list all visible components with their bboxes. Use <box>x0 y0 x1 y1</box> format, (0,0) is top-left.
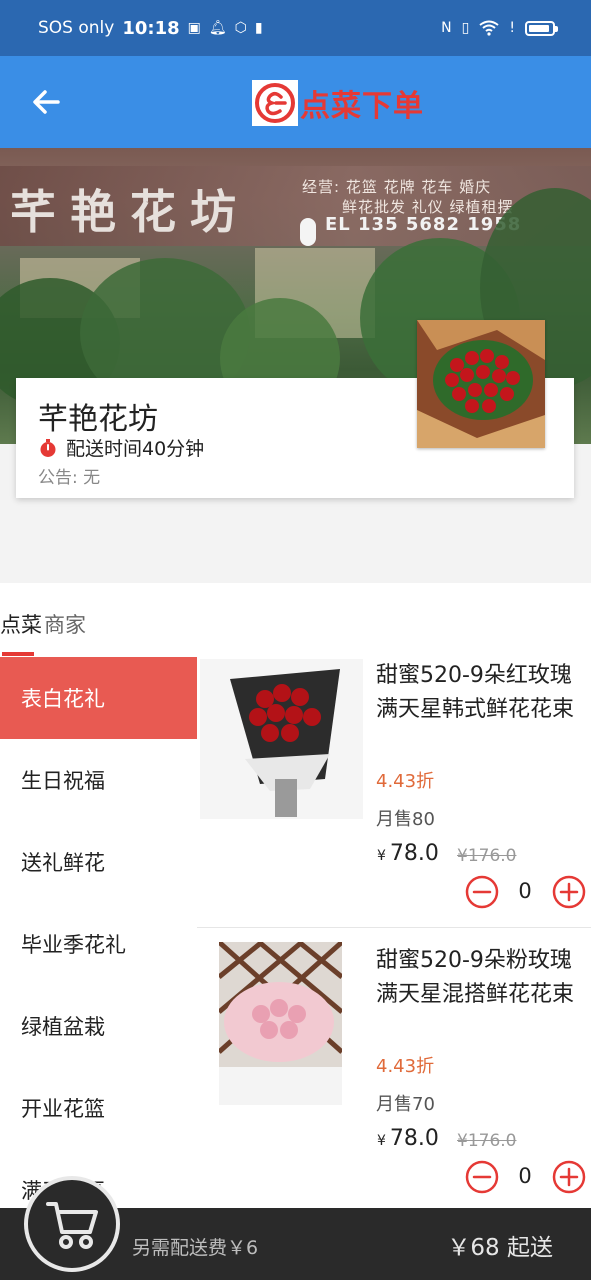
delivery-fee-text: 另需配送费￥6 <box>132 1237 259 1259</box>
status-right: N ▯ ! <box>441 20 558 36</box>
plus-circle-icon[interactable] <box>552 875 586 909</box>
product-item[interactable]: 甜蜜520-9朵粉玫瑰满天星混搭鲜花花束 4.43折 月售70 ¥78.0 ¥1… <box>197 942 591 1208</box>
category-item[interactable]: 表白花礼 <box>0 657 197 739</box>
page-title: 点菜下单 <box>300 89 424 124</box>
product-price: ¥78.0 <box>377 1126 439 1151</box>
product-original-price: ¥176.0 <box>457 846 517 866</box>
tab-order[interactable]: 点菜 <box>0 609 42 639</box>
hanging-lamp <box>300 218 316 246</box>
category-item[interactable]: 开业花篮 <box>0 1067 197 1149</box>
vibrate-icon: ▯ <box>461 20 470 36</box>
sign-shop-name: 芊艳花坊 <box>10 185 250 239</box>
product-list: 甜蜜520-9朵红玫瑰满天星韩式鲜花花束 4.43折 月售80 ¥78.0 ¥1… <box>197 657 591 1208</box>
product-name: 甜蜜520-9朵红玫瑰满天星韩式鲜花花束 <box>376 663 575 722</box>
carrier-text: SOS only <box>38 18 115 38</box>
price-value: 78.0 <box>389 841 439 866</box>
currency-symbol: ¥ <box>377 1133 386 1149</box>
product-monthly-sales: 月售70 <box>376 1094 435 1115</box>
clock: 10:18 <box>122 17 180 39</box>
signal-alert-icon: ! <box>509 20 515 36</box>
shop-notice: 公告: 无 <box>38 468 101 488</box>
page-title-group: 点菜下单 <box>252 78 424 128</box>
currency-symbol: ¥ <box>377 848 386 864</box>
tab-merchant[interactable]: 商家 <box>44 609 86 639</box>
price-value: 78.0 <box>389 1126 439 1151</box>
minus-circle-icon[interactable] <box>465 1160 499 1194</box>
alert-icon: ▮ <box>254 20 263 36</box>
product-name: 甜蜜520-9朵粉玫瑰满天星混搭鲜花花束 <box>376 948 575 1007</box>
bell-icon: 🔔︎ <box>208 20 227 36</box>
product-quantity: 0 <box>518 879 532 903</box>
product-image[interactable] <box>200 659 363 819</box>
min-order-button[interactable]: ￥68 起送 <box>447 1228 553 1262</box>
status-left: SOS only 10:18 ▣ 🔔︎ ⬡ ▮ <box>38 18 263 39</box>
divider <box>197 927 591 928</box>
minus-circle-icon[interactable] <box>465 875 499 909</box>
category-item[interactable]: 送礼鲜花 <box>0 821 197 903</box>
product-quantity: 0 <box>518 1164 532 1188</box>
category-item[interactable]: 生日祝福 <box>0 739 197 821</box>
product-item[interactable]: 甜蜜520-9朵红玫瑰满天星韩式鲜花花束 4.43折 月售80 ¥78.0 ¥1… <box>197 657 591 929</box>
shopping-cart-icon <box>46 1202 98 1249</box>
category-item[interactable]: 绿植盆栽 <box>0 985 197 1067</box>
cart-button[interactable] <box>24 1176 120 1272</box>
restaurant-logo-icon <box>252 80 298 126</box>
product-discount: 4.43折 <box>376 1056 435 1077</box>
sign-business: 经营: 花篮 花牌 花车 婚庆 <box>302 178 492 196</box>
product-monthly-sales: 月售80 <box>376 809 435 830</box>
product-image[interactable] <box>219 942 342 1105</box>
app-bar: 点菜下单 <box>0 56 591 148</box>
category-item[interactable]: 毕业季花礼 <box>0 903 197 985</box>
shop-avatar-image <box>417 320 545 448</box>
stopwatch-icon <box>40 438 56 457</box>
battery-icon <box>525 20 558 36</box>
product-discount: 4.43折 <box>376 771 435 792</box>
shop-name: 芊艳花坊 <box>38 402 158 437</box>
tab-active-indicator <box>2 652 34 656</box>
status-bar: SOS only 10:18 ▣ 🔔︎ ⬡ ▮ N ▯ ! <box>0 0 591 56</box>
wifi-icon <box>479 20 499 36</box>
delivery-time-text: 配送时间40分钟 <box>66 438 205 460</box>
nfc-icon: N <box>441 20 452 36</box>
cart-bar: 另需配送费￥6 ￥68 起送 <box>0 1176 591 1280</box>
notification-app-icon: ▣ <box>187 20 201 36</box>
product-price: ¥78.0 <box>377 841 439 866</box>
delivery-time: 配送时间40分钟 <box>38 434 204 461</box>
product-original-price: ¥176.0 <box>457 1131 517 1151</box>
sync-icon: ⬡ <box>234 20 247 36</box>
tab-bar: 点菜 商家 <box>0 583 591 657</box>
category-sidebar: 表白花礼 生日祝福 送礼鲜花 毕业季花礼 绿植盆栽 开业花篮 满天星区 <box>0 657 197 1208</box>
back-arrow-icon[interactable] <box>26 82 66 122</box>
plus-circle-icon[interactable] <box>552 1160 586 1194</box>
